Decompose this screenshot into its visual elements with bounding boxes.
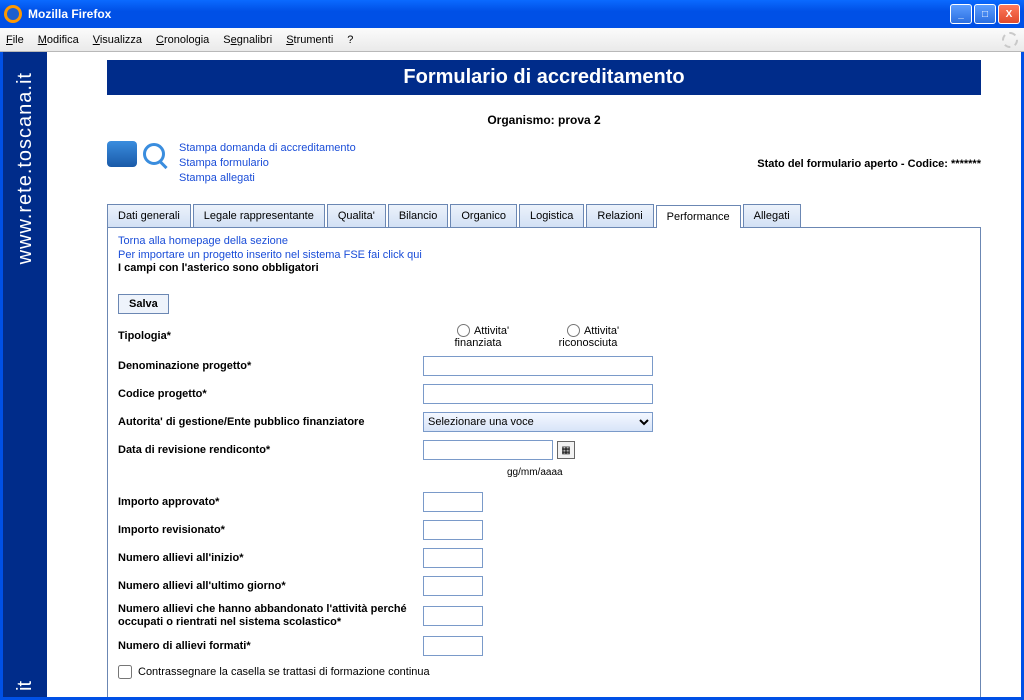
printer-icon	[107, 141, 137, 167]
content-wrap: www.rete.toscana.it it Formulario di acc…	[0, 52, 1024, 700]
tab-qualita[interactable]: Qualita'	[327, 204, 386, 227]
input-data-revisione[interactable]	[423, 440, 553, 460]
status-line: Stato del formulario aperto - Codice: **…	[757, 158, 981, 170]
tab-panel: Torna alla homepage della sezione Per im…	[107, 228, 981, 697]
tab-organico[interactable]: Organico	[450, 204, 517, 227]
label-autorita: Autorita' di gestione/Ente pubblico fina…	[118, 416, 423, 429]
tab-bilancio[interactable]: Bilancio	[388, 204, 449, 227]
tab-performance[interactable]: Performance	[656, 205, 741, 228]
label-data-revisione: Data di revisione rendiconto*	[118, 444, 423, 457]
sidebar-suffix: it	[14, 681, 37, 691]
throbber-icon	[1002, 32, 1018, 48]
page-title: Formulario di accreditamento	[107, 60, 981, 95]
sidebar-domain: www.rete.toscana.it	[14, 72, 37, 264]
input-allievi-abbandono[interactable]	[423, 606, 483, 626]
label-denominazione: Denominazione progetto*	[118, 360, 423, 373]
tipologia-radio-group: Attivita' finanziata Attivita' riconosci…	[423, 324, 643, 349]
menubar: File Modifica Visualizza Cronologia Segn…	[0, 28, 1024, 52]
link-list: Stampa domanda di accreditamento Stampa …	[179, 141, 356, 186]
minimize-button[interactable]: _	[950, 4, 972, 24]
radio-finanziata-lbl2: finanziata	[454, 337, 501, 349]
input-denominazione[interactable]	[423, 356, 653, 376]
label-allievi-abbandono: Numero allievi che hanno abbandonato l'a…	[118, 603, 423, 629]
input-importo-approvato[interactable]	[423, 492, 483, 512]
titlebar: Mozilla Firefox _ □ X	[0, 0, 1024, 28]
label-tipologia: Tipologia*	[118, 330, 423, 343]
input-codice[interactable]	[423, 384, 653, 404]
link-home-sezione[interactable]: Torna alla homepage della sezione	[118, 234, 970, 248]
save-button[interactable]: Salva	[118, 294, 169, 314]
org-line: Organismo: prova 2	[107, 113, 981, 127]
radio-riconosciuta-lbl1: Attivita'	[584, 325, 619, 337]
tab-allegati[interactable]: Allegati	[743, 204, 801, 227]
page-scroll[interactable]: Formulario di accreditamento Organismo: …	[47, 52, 1021, 697]
magnifier-icon	[143, 143, 165, 165]
icon-block	[107, 141, 165, 167]
menu-cronologia[interactable]: Cronologia	[156, 34, 209, 46]
menu-file[interactable]: File	[6, 34, 24, 46]
calendar-icon[interactable]: ▦	[557, 441, 575, 459]
menu-strumenti[interactable]: Strumenti	[286, 34, 333, 46]
link-import-fse[interactable]: Per importare un progetto inserito nel s…	[118, 248, 970, 262]
tab-dati-generali[interactable]: Dati generali	[107, 204, 191, 227]
input-allievi-ultimo[interactable]	[423, 576, 483, 596]
input-allievi-inizio[interactable]	[423, 548, 483, 568]
window-title: Mozilla Firefox	[28, 7, 111, 21]
date-hint: gg/mm/aaaa	[507, 467, 563, 478]
select-autorita[interactable]: Selezionare una voce	[423, 412, 653, 432]
menu-modifica[interactable]: Modifica	[38, 34, 79, 46]
label-importo-rev: Importo revisionato*	[118, 524, 423, 537]
menu-visualizza[interactable]: Visualizza	[93, 34, 142, 46]
label-allievi-inizio: Numero allievi all'inizio*	[118, 552, 423, 565]
menu-help[interactable]: ?	[347, 34, 353, 46]
sidebar: www.rete.toscana.it it	[3, 52, 47, 697]
input-importo-revisionato[interactable]	[423, 520, 483, 540]
link-stampa-allegati[interactable]: Stampa allegati	[179, 171, 356, 186]
radio-finanziata[interactable]	[457, 324, 470, 337]
firefox-icon	[4, 5, 22, 23]
checkbox-label: Contrassegnare la casella se trattasi di…	[138, 666, 430, 678]
tab-legale[interactable]: Legale rappresentante	[193, 204, 325, 227]
label-importo-app: Importo approvato*	[118, 496, 423, 509]
label-codice: Codice progetto*	[118, 388, 423, 401]
tab-logistica[interactable]: Logistica	[519, 204, 584, 227]
header-row: Stampa domanda di accreditamento Stampa …	[107, 141, 981, 186]
tabs: Dati generali Legale rappresentante Qual…	[107, 204, 981, 228]
label-allievi-fine: Numero allievi all'ultimo giorno*	[118, 580, 423, 593]
mandatory-note: I campi con l'asterico sono obbligatori	[118, 262, 970, 274]
checkbox-formazione-continua[interactable]	[118, 665, 132, 679]
radio-riconosciuta[interactable]	[567, 324, 580, 337]
radio-riconosciuta-lbl2: riconosciuta	[559, 337, 618, 349]
maximize-button[interactable]: □	[974, 4, 996, 24]
label-allievi-formati: Numero di allievi formati*	[118, 640, 423, 653]
input-allievi-formati[interactable]	[423, 636, 483, 656]
link-stampa-domanda[interactable]: Stampa domanda di accreditamento	[179, 141, 356, 156]
link-stampa-formulario[interactable]: Stampa formulario	[179, 156, 356, 171]
firefox-window: Mozilla Firefox _ □ X File Modifica Visu…	[0, 0, 1024, 700]
tab-relazioni[interactable]: Relazioni	[586, 204, 653, 227]
close-button[interactable]: X	[998, 4, 1020, 24]
menu-segnalibri[interactable]: Segnalibri	[223, 34, 272, 46]
radio-finanziata-lbl1: Attivita'	[474, 325, 509, 337]
